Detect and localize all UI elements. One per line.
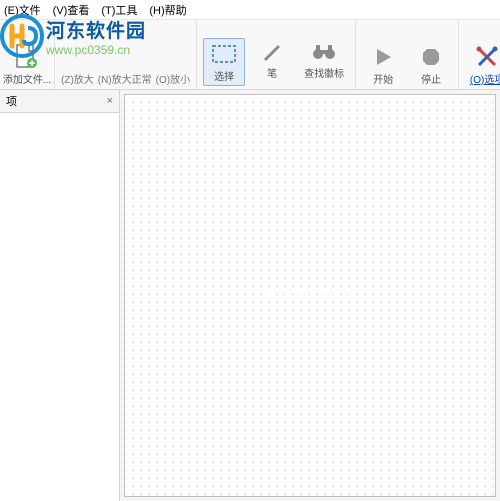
transparent-canvas[interactable]	[124, 94, 496, 497]
binoculars-icon	[311, 38, 337, 64]
select-label: 选择	[214, 68, 234, 83]
zoom-out-button[interactable]: (O)放小	[156, 71, 190, 86]
stop-label: 停止	[421, 71, 441, 86]
options-button[interactable]: (O)选项	[465, 44, 500, 86]
options-label: (O)选项	[470, 71, 500, 86]
select-tool-button[interactable]: 选择	[203, 38, 245, 86]
watermark-title: 河东软件园	[46, 16, 146, 43]
close-icon[interactable]: ×	[107, 95, 113, 107]
zoom-in-button[interactable]: (Z)放大	[61, 71, 94, 86]
content-area: 项 × www.pc0359.cn	[0, 90, 500, 501]
selection-rect-icon	[211, 41, 237, 67]
stop-icon	[418, 44, 444, 70]
pen-label: 笔	[267, 65, 277, 80]
side-panel: 项 ×	[0, 90, 120, 501]
pen-icon	[259, 38, 285, 64]
pen-tool-button[interactable]: 笔	[251, 38, 293, 86]
tools-cross-icon	[474, 44, 500, 70]
menu-help[interactable]: (H)帮助	[149, 2, 186, 17]
add-file-label: 添加文件...	[3, 71, 51, 86]
side-tab-label: 项	[6, 93, 17, 109]
stop-button[interactable]: 停止	[410, 44, 452, 86]
find-badge-button[interactable]: 查找徽标	[299, 38, 349, 86]
play-icon	[370, 44, 396, 70]
find-badge-label: 查找徽标	[304, 65, 344, 80]
watermark-url: www.pc0359.cn	[46, 43, 146, 57]
start-label: 开始	[373, 71, 393, 86]
watermark-logo: 河东软件园 www.pc0359.cn	[0, 14, 146, 58]
canvas-viewport: www.pc0359.cn	[120, 90, 500, 501]
side-panel-tab[interactable]: 项 ×	[0, 90, 119, 113]
logo-icon	[0, 14, 44, 58]
zoom-normal-button[interactable]: (N)放大正常	[98, 71, 152, 86]
start-button[interactable]: 开始	[362, 44, 404, 86]
